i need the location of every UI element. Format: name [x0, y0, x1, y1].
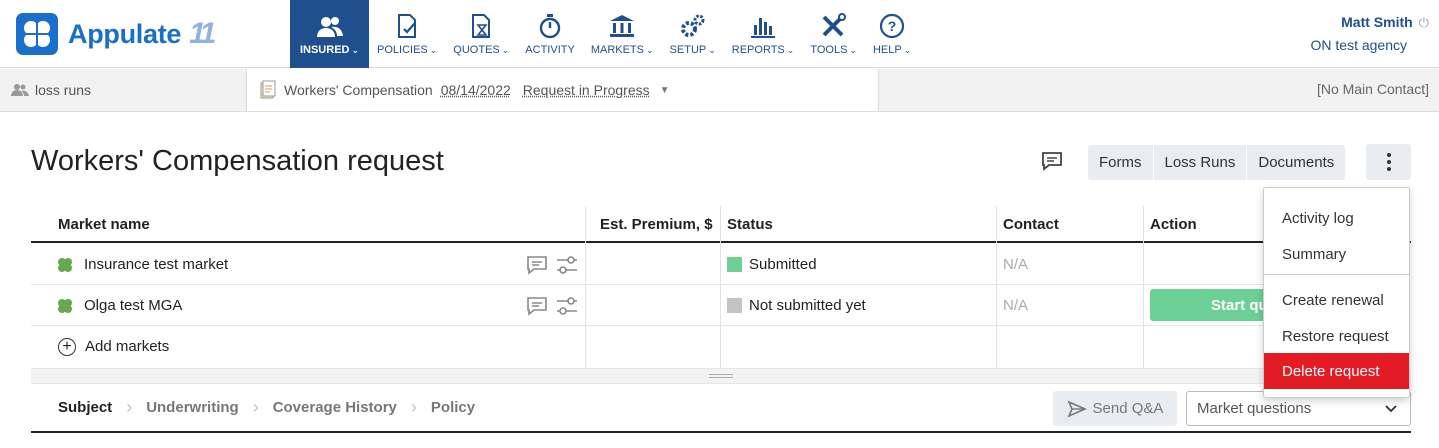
reports-icon	[751, 18, 776, 38]
forms-button[interactable]: Forms	[1088, 145, 1154, 180]
add-markets-button[interactable]: + Add markets	[58, 326, 169, 367]
more-options-button[interactable]	[1366, 144, 1411, 180]
activity-icon	[539, 14, 561, 39]
request-status[interactable]: Request in Progress	[523, 82, 650, 98]
menu-summary[interactable]: Summary	[1264, 236, 1409, 272]
col-premium[interactable]: Est. Premium, $	[600, 206, 713, 242]
settings-sliders-icon[interactable]	[555, 244, 579, 285]
user-name[interactable]: Matt Smith	[1341, 14, 1413, 30]
nav-reports[interactable]: REPORTS ⌄	[724, 0, 803, 68]
menu-activity-log[interactable]: Activity log	[1264, 200, 1409, 236]
bottom-tabs: Subject › Underwriting › Coverage Histor…	[58, 397, 475, 418]
markets-icon	[610, 15, 635, 37]
appulate-logo[interactable]: Appulate 11	[16, 13, 216, 55]
loss-runs-button[interactable]: Loss Runs	[1154, 145, 1248, 180]
menu-delete-request[interactable]: Delete request	[1264, 353, 1409, 389]
nav-quotes[interactable]: QUOTES ⌄	[445, 0, 517, 68]
status-text: Submitted	[749, 256, 817, 273]
tools-icon	[822, 13, 846, 37]
nav-activity[interactable]: ACTIVITY	[517, 0, 583, 68]
nav-policies[interactable]: POLICIES ⌄	[369, 0, 445, 68]
table-row[interactable]: Insurance test market Submitted N/A	[31, 244, 1411, 285]
nav-insured[interactable]: INSURED ⌄	[290, 0, 369, 68]
clover-logo-icon	[16, 13, 58, 55]
settings-sliders-icon[interactable]	[555, 285, 579, 326]
help-icon: ?	[879, 13, 905, 39]
comment-icon[interactable]	[1040, 150, 1064, 177]
contact-value: N/A	[1003, 297, 1029, 314]
users-icon	[11, 84, 29, 96]
documents-button[interactable]: Documents	[1247, 145, 1345, 180]
tab-policy[interactable]: Policy	[431, 399, 475, 416]
tab-subject[interactable]: Subject	[58, 399, 112, 416]
header-tab-group: Forms Loss Runs Documents	[1088, 145, 1346, 180]
contact-value: N/A	[1003, 256, 1029, 273]
col-market[interactable]: Market name	[58, 206, 150, 242]
request-selector[interactable]: Workers' Compensation 08/14/2022 Request…	[247, 69, 879, 111]
insured-name: loss runs	[35, 82, 92, 98]
table-row[interactable]: Olga test MGA Not submitted yet N/A Star…	[31, 285, 1411, 326]
menu-divider	[1264, 274, 1409, 275]
top-navigation: Appulate 11 INSURED ⌄ POLICIES ⌄ QUOTES ⌄ A…	[0, 0, 1439, 68]
comment-icon[interactable]	[526, 285, 548, 326]
setup-icon	[680, 14, 705, 37]
power-icon[interactable]: ⏻	[1419, 15, 1429, 31]
market-name[interactable]: Insurance test market	[84, 256, 228, 273]
main-contact[interactable]: [No Main Contact]	[1317, 81, 1429, 97]
quotes-icon	[472, 14, 491, 38]
chevron-right-icon: ›	[410, 397, 417, 417]
header-divider	[31, 241, 1411, 243]
main-menu: INSURED ⌄ POLICIES ⌄ QUOTES ⌄ ACTIVITY MARK…	[290, 0, 919, 68]
insured-icon	[316, 17, 343, 37]
market-clover-icon	[58, 298, 72, 313]
market-name[interactable]: Olga test MGA	[84, 297, 182, 314]
request-date[interactable]: 08/14/2022	[441, 82, 511, 98]
nav-tools[interactable]: TOOLS ⌄	[802, 0, 865, 68]
document-icon	[260, 80, 276, 99]
status-indicator	[727, 257, 742, 272]
chevron-down-icon	[1385, 405, 1397, 413]
svg-text:?: ?	[888, 18, 897, 34]
tab-coverage-history[interactable]: Coverage History	[273, 399, 397, 416]
status-indicator	[727, 298, 742, 313]
comment-icon[interactable]	[526, 244, 548, 285]
version-mark: 11	[189, 17, 216, 50]
context-bar: loss runs Workers' Compensation 08/14/20…	[0, 69, 1439, 112]
caret-down-icon[interactable]: ▼	[660, 85, 670, 96]
nav-setup[interactable]: SETUP ⌄	[662, 0, 724, 68]
send-icon	[1067, 399, 1087, 418]
chevron-right-icon: ›	[126, 397, 133, 417]
drag-handle-icon	[709, 374, 733, 378]
col-status[interactable]: Status	[727, 206, 773, 242]
menu-create-renewal[interactable]: Create renewal	[1264, 282, 1409, 318]
nav-help[interactable]: ? HELP ⌄	[865, 0, 919, 68]
add-markets-row: + Add markets	[31, 326, 1411, 367]
user-panel: Matt Smith ⏻ ON test agency	[1311, 14, 1430, 53]
user-agency: ON test agency	[1310, 37, 1408, 53]
plus-circle-icon: +	[58, 337, 76, 356]
col-contact[interactable]: Contact	[1003, 206, 1059, 242]
market-clover-icon	[58, 257, 72, 272]
tab-underwriting[interactable]: Underwriting	[146, 399, 239, 416]
vertical-dots-icon	[1386, 153, 1391, 171]
page-title: Workers' Compensation request	[31, 145, 444, 177]
chevron-right-icon: ›	[252, 397, 259, 417]
insured-selector[interactable]: loss runs	[0, 69, 247, 111]
resize-splitter[interactable]	[31, 368, 1411, 384]
tabs-underline	[31, 431, 1411, 433]
nav-markets[interactable]: MARKETS ⌄	[583, 0, 662, 68]
menu-restore-request[interactable]: Restore request	[1264, 318, 1409, 354]
col-action[interactable]: Action	[1150, 206, 1197, 242]
more-options-menu: Activity log Summary Create renewal Rest…	[1263, 187, 1410, 398]
send-qa-button[interactable]: Send Q&A	[1053, 391, 1177, 426]
policies-icon	[398, 14, 417, 38]
status-text: Not submitted yet	[749, 297, 866, 314]
request-line: Workers' Compensation	[284, 82, 433, 98]
brand-name: Appulate	[68, 18, 182, 49]
